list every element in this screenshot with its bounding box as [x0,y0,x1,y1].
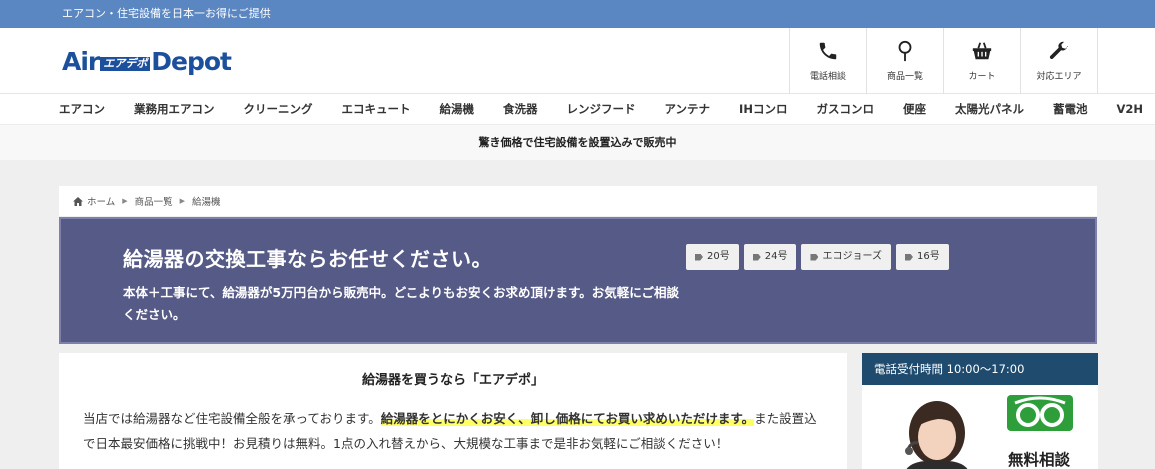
header-nav-phone[interactable]: 電話相談 [790,28,867,94]
site-header: Air エアデポ Depot 電話相談 商品一覧 カート 対応エリア [0,28,1155,94]
wrench-icon [1049,41,1069,59]
breadcrumb-separator-icon: ▶ [179,197,186,205]
tag-ecojozu[interactable]: エコジョーズ [801,244,891,270]
global-nav: エアコン 業務用エアコン クリーニング エコキュート 給湯機 食洗器 レンジフー… [0,94,1155,125]
top-banner-text: エアコン・住宅設備を日本一お得にご提供 [62,7,271,20]
header-nav-cart[interactable]: カート [944,28,1021,94]
header-nav-area-label: 対応エリア [1036,72,1082,82]
tag-24[interactable]: 24号 [743,244,797,270]
main-text-highlight: 給湯器をとにかくお安く、卸し価格にてお買い求めいただけます。 [380,411,755,426]
breadcrumb-list[interactable]: 商品一覧 [135,194,173,208]
gnav-ecocute[interactable]: エコキュート [342,101,411,117]
main-content: 給湯器を買うなら「エアデポ」 当店では給湯器など住宅設備全般を承っております。給… [59,353,847,469]
top-banner: エアコン・住宅設備を日本一お得にご提供 [0,0,1155,28]
gnav-dishwasher[interactable]: 食洗器 [503,101,538,117]
pin-icon [898,40,912,62]
gnav-toilet-seat[interactable]: 便座 [903,101,926,117]
tag-icon [904,253,913,261]
notice-text: 驚き価格で住宅設備を設置込みで販売中 [478,136,677,149]
gnav-ih-stove[interactable]: IHコンロ [739,101,787,117]
gnav-solar-panel[interactable]: 太陽光パネル [955,101,1024,117]
tag-20[interactable]: 20号 [686,244,739,270]
tag-label: 24号 [764,251,788,262]
header-nav: 電話相談 商品一覧 カート 対応エリア [789,28,1098,94]
gnav-range-hood[interactable]: レンジフード [567,101,636,117]
tag-16[interactable]: 16号 [895,244,949,270]
tag-icon [810,253,819,261]
tag-icon [752,253,761,261]
operator-avatar [892,393,982,469]
breadcrumb-separator-icon: ▶ [122,197,128,205]
gnav-aircon[interactable]: エアコン [59,101,105,117]
breadcrumb: ホーム ▶ 商品一覧 ▶ 給湯機 [59,186,1097,216]
main-text-intro: 当店では給湯器など住宅設備全般を承っております。 [83,411,381,426]
home-icon [73,196,83,206]
main-title: 給湯器を買うなら「エアデポ」 [361,373,544,388]
tag-label: 16号 [916,251,940,262]
logo-depot: Depot [151,47,232,76]
tag-label: 20号 [707,251,730,262]
tag-list: 20号 24号 エコジョーズ 16号 [686,244,954,270]
basket-icon [972,42,992,60]
header-nav-cart-label: カート [968,72,996,82]
hero-description: 本体＋工事にて、給湯器が5万円台から販売中。どこよりもお安くお求め頂けます。お気… [123,285,679,322]
gnav-v2h[interactable]: V2H [1116,102,1143,116]
hero-title: 給湯器の交換工事ならお任せください。 [123,247,492,271]
gnav-commercial-aircon[interactable]: 業務用エアコン [134,101,215,117]
notice-bar: 驚き価格で住宅設備を設置込みで販売中 [0,125,1155,160]
header-nav-area[interactable]: 対応エリア [1021,28,1098,94]
breadcrumb-home[interactable]: ホーム [87,194,115,208]
header-nav-products-label: 商品一覧 [886,72,923,82]
main-text: 当店では給湯器など住宅設備全般を承っております。給湯器をとにかくお安く、卸し価格… [83,406,823,456]
gnav-battery[interactable]: 蓄電池 [1053,101,1088,117]
gnav-gas-stove[interactable]: ガスコンロ [816,101,874,117]
gnav-antenna[interactable]: アンテナ [665,101,711,117]
site-logo[interactable]: Air エアデポ Depot [62,45,232,76]
contact-sidebar: 電話受付時間 10:00〜17:00 無料相談 [862,353,1098,469]
logo-air: Air [62,47,100,76]
phone-icon [819,42,837,60]
breadcrumb-current: 給湯機 [192,197,221,208]
gnav-water-heater[interactable]: 給湯機 [440,101,475,117]
tag-icon [695,253,703,261]
free-consultation-label: 無料相談 [1008,451,1071,469]
tag-label: エコジョーズ [822,251,882,262]
phone-hours: 電話受付時間 10:00〜17:00 [862,353,1098,385]
logo-kana: エアデポ [100,57,151,71]
category-hero: 給湯器の交換工事ならお任せください。 本体＋工事にて、給湯器が5万円台から販売中… [59,217,1097,344]
header-nav-products[interactable]: 商品一覧 [867,28,944,94]
gnav-cleaning[interactable]: クリーニング [244,101,313,117]
header-nav-phone-label: 電話相談 [809,72,846,82]
freedial-icon [1007,395,1073,431]
